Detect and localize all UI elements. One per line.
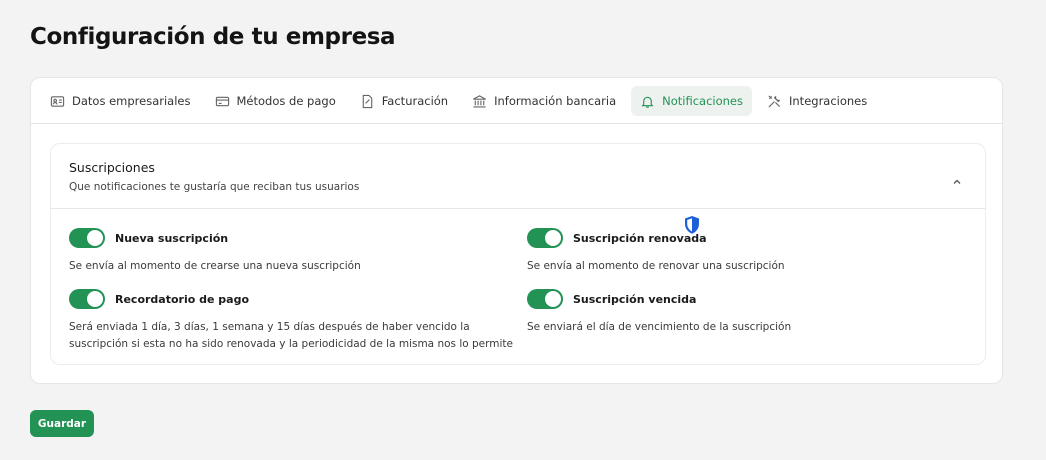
- item-label: Suscripción vencida: [573, 292, 697, 306]
- notification-suscripcion-renovada: Suscripción renovada Se envía al momento…: [527, 228, 977, 275]
- item-label: Recordatorio de pago: [115, 292, 250, 306]
- item-description: Se envía al momento de crearse una nueva…: [69, 260, 361, 272]
- subscriptions-panel: Suscripciones Que notificaciones te gust…: [50, 143, 986, 365]
- notification-nueva-suscripcion: Nueva suscripción Se envía al momento de…: [69, 228, 519, 275]
- tab-label: Datos empresariales: [72, 94, 191, 108]
- id-card-icon: [50, 94, 65, 109]
- item-description: Se enviará el día de vencimiento de la s…: [527, 321, 792, 333]
- panel-title: Suscripciones: [69, 160, 155, 175]
- page-title: Configuración de tu empresa: [30, 24, 396, 50]
- bank-icon: [472, 94, 487, 109]
- chevron-up-icon[interactable]: [951, 172, 963, 184]
- item-description: Será enviada 1 día, 3 días, 1 semana y 1…: [69, 321, 513, 350]
- tab-notificaciones[interactable]: Notificaciones: [631, 86, 752, 116]
- item-description: Se envía al momento de renovar una suscr…: [527, 260, 785, 272]
- tab-metodos-de-pago[interactable]: Métodos de pago: [206, 86, 345, 116]
- tab-datos-empresariales[interactable]: Datos empresariales: [41, 86, 200, 116]
- tab-label: Métodos de pago: [236, 94, 336, 108]
- item-label: Nueva suscripción: [115, 231, 229, 245]
- tools-icon: [767, 94, 782, 109]
- tab-facturacion[interactable]: Facturación: [351, 86, 457, 116]
- settings-card: Datos empresariales Métodos de pago Fact…: [30, 77, 1003, 384]
- tab-label: Integraciones: [789, 94, 868, 108]
- suscripcion-renovada-toggle[interactable]: [527, 228, 563, 248]
- notification-recordatorio-de-pago: Recordatorio de pago Será enviada 1 día,…: [69, 289, 514, 353]
- invoice-icon: [360, 94, 375, 109]
- tab-informacion-bancaria[interactable]: Información bancaria: [463, 86, 625, 116]
- shield-icon[interactable]: [683, 215, 701, 235]
- tab-label: Facturación: [381, 94, 449, 108]
- subscriptions-panel-header[interactable]: Suscripciones Que notificaciones te gust…: [51, 144, 985, 209]
- tabs-divider: [31, 123, 1002, 124]
- panel-divider: [51, 208, 985, 209]
- tab-label: Información bancaria: [494, 94, 617, 108]
- notification-suscripcion-vencida: Suscripción vencida Se enviará el día de…: [527, 289, 977, 336]
- bell-icon: [640, 94, 655, 109]
- tab-label: Notificaciones: [662, 94, 743, 108]
- nueva-suscripcion-toggle[interactable]: [69, 228, 105, 248]
- panel-subtitle: Que notificaciones te gustaría que recib…: [69, 181, 360, 193]
- recordatorio-de-pago-toggle[interactable]: [69, 289, 105, 309]
- tab-integraciones[interactable]: Integraciones: [758, 86, 876, 116]
- credit-card-icon: [215, 94, 230, 109]
- save-button[interactable]: Guardar: [30, 410, 94, 437]
- suscripcion-vencida-toggle[interactable]: [527, 289, 563, 309]
- settings-tabs: Datos empresariales Métodos de pago Fact…: [41, 86, 876, 116]
